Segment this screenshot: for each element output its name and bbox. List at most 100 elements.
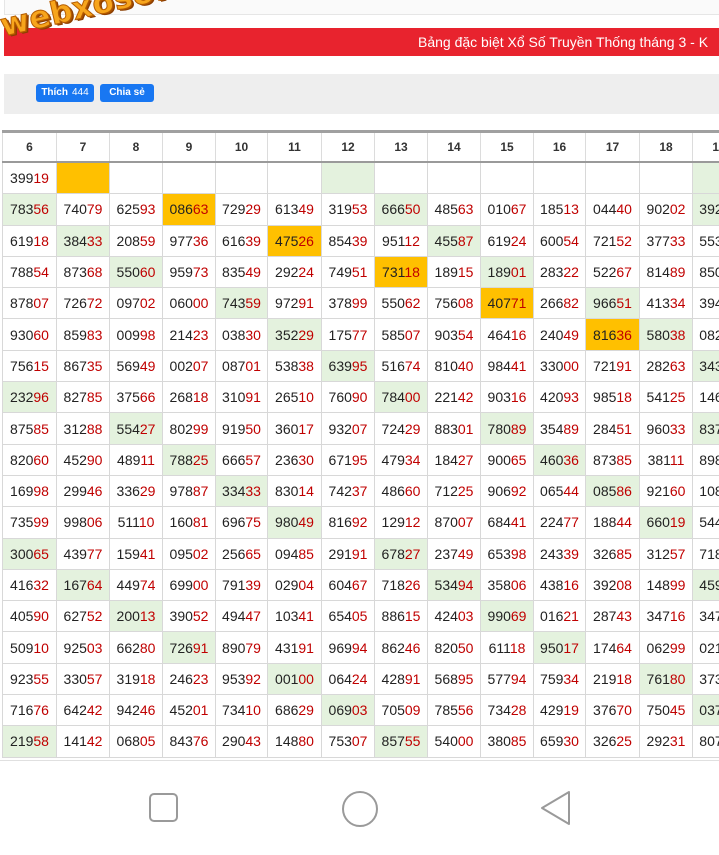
result-cell: 43816 [533,568,586,602]
last-two-digits: 90 [86,451,103,468]
last-two-digits: 99 [192,420,209,437]
table-row: 41632 16764 44974 69900 79139 02904 60467 71826… [2,568,719,602]
result-cell: 51674 [374,349,428,383]
table-row: 61918 38433 20859 97736 61639 47526 85439 95112… [2,224,719,257]
result-cell: 88301 [427,412,481,445]
last-two-digits: 49 [298,514,314,531]
result-cell: 39218 [692,193,719,226]
result-cell: 34732 [692,600,719,633]
column-header: 14 [427,130,481,163]
result-cell: 35806 [480,568,534,602]
result-cell: 66657 [215,443,268,476]
result-cell: 18844 [585,506,640,539]
results-table-container[interactable]: 678910111213141516171819 399197835674079… [2,130,719,760]
last-two-digits: 64 [616,639,632,656]
circle-icon[interactable] [340,789,380,829]
column-header: 10 [215,130,268,163]
result-cell: 50910 [2,631,57,664]
table-row: 92355 33057 31918 24623 95392 00100 06424 42891… [2,662,719,696]
last-two-digits: 36 [192,232,209,249]
last-two-digits: 03 [86,639,103,656]
last-two-digits: 89 [510,420,527,437]
result-cell: 21423 [162,318,216,351]
last-two-digits: 49 [245,264,261,281]
result-cell: 83014 [267,474,322,508]
result-cell: 53838 [267,349,322,383]
triangle-back-icon[interactable] [538,789,574,827]
result-cell: 37899 [321,287,375,320]
last-two-digits: 39 [351,232,368,249]
last-two-digits: 06 [510,577,527,593]
result-cell: 60467 [321,568,375,602]
last-two-digits: 81 [192,514,209,531]
last-two-digits: 36 [563,451,579,468]
last-two-digits: 79 [245,639,261,656]
result-cell: 76180 [639,662,693,696]
last-two-digits: 40 [616,201,632,218]
result-cell: 21958 [2,725,57,758]
last-two-digits: 08 [616,577,632,593]
result-cell: 39208 [585,568,640,602]
result-cell: 16764 [56,568,110,602]
result-cell: 24339 [533,537,586,570]
result-cell: 90065 [480,443,534,476]
last-two-digits: 26 [404,577,421,593]
last-two-digits: 07 [33,295,49,312]
last-two-digits: 04 [298,577,314,593]
last-two-digits: 15 [33,357,49,374]
last-two-digits: 18 [616,670,632,687]
last-two-digits: 49 [563,326,579,343]
result-cell [321,161,375,195]
last-two-digits: 00 [404,389,421,406]
last-two-digits: 85 [33,420,49,437]
last-two-digits: 87 [192,483,209,500]
result-cell: 08701 [215,349,268,383]
result-cell: 97887 [162,474,216,508]
like-button[interactable]: Thích 444 [36,84,94,102]
last-two-digits: 07 [351,420,368,437]
last-two-digits: 28 [510,702,527,719]
last-two-digits: 54 [563,232,579,249]
last-two-digits: 50 [245,420,261,437]
result-cell: 37378 [692,662,719,696]
last-two-digits: 53 [351,201,368,218]
last-two-digits: 46 [404,639,421,656]
last-two-digits: 01 [192,702,209,719]
result-cell: 95112 [374,224,428,257]
table-row: 40590 62752 20013 39052 49447 10341 65405 88615… [2,600,719,633]
last-two-digits: 72 [86,295,103,312]
result-cell: 39052 [162,600,216,633]
last-two-digits: 76 [192,733,209,750]
table-row: 21958 14142 06805 84376 29043 14880 75307 85755… [2,725,719,758]
result-cell: 92160 [639,474,693,508]
result-cell: 46416 [480,318,534,351]
result-cell: 29191 [321,537,375,570]
result-cell: 20013 [109,600,163,633]
result-cell: 73410 [215,694,268,727]
result-cell: 78400 [374,381,428,414]
result-cell: 42919 [533,694,586,727]
result-cell: 48660 [374,474,428,508]
last-two-digits: 91 [245,389,261,406]
result-cell: 01067 [480,193,534,226]
result-cell: 90354 [427,318,481,351]
result-cell: 09502 [162,537,216,570]
last-two-digits: 95 [351,451,368,468]
square-icon[interactable] [148,792,180,824]
result-cell: 96994 [321,631,375,664]
last-two-digits: 29 [298,326,314,343]
column-header: 7 [56,130,110,163]
result-cell: 49447 [215,600,268,633]
last-two-digits: 69 [510,608,527,625]
result-cell: 87368 [56,255,110,289]
result-cell: 84376 [162,725,216,758]
result-cell: 17577 [321,318,375,351]
divider [0,760,719,761]
last-two-digits: 85 [298,545,314,562]
result-cell: 89079 [215,631,268,664]
share-button[interactable]: Chia sẻ [100,84,154,102]
result-cell: 48911 [109,443,163,476]
last-two-digits: 54 [33,264,49,281]
result-cell: 94246 [109,694,163,727]
result-cell: 40771 [480,287,534,320]
